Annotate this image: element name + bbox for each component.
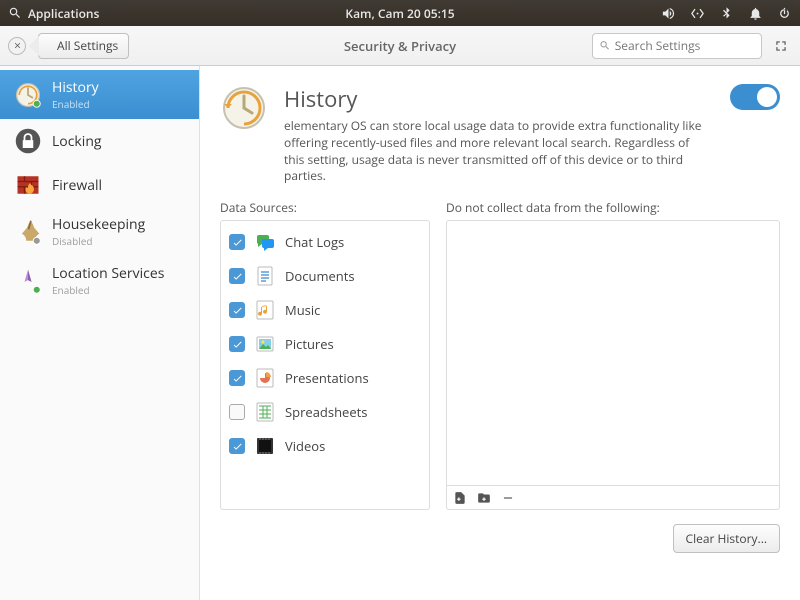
source-label: Chat Logs: [285, 233, 344, 251]
exclude-toolbar: [447, 485, 779, 509]
search-settings-field[interactable]: [592, 33, 762, 59]
picture-icon: [253, 332, 277, 356]
history-icon: [14, 81, 42, 109]
sidebar-item-status: Enabled: [52, 283, 164, 297]
window-headerbar: All Settings Security & Privacy: [0, 26, 800, 66]
source-row-documents: Documents: [223, 259, 427, 293]
exclude-box: [446, 220, 780, 510]
chat-icon: [253, 230, 277, 254]
history-large-icon: [220, 84, 268, 132]
source-label: Spreadsheets: [285, 403, 367, 421]
source-checkbox[interactable]: [229, 234, 245, 250]
sidebar-item-status: Enabled: [52, 97, 99, 111]
location-icon: [14, 267, 42, 295]
sidebar-item-label: Location Services: [52, 264, 164, 283]
back-button-label: All Settings: [57, 37, 118, 54]
history-toggle[interactable]: [730, 84, 780, 110]
sidebar-item-housekeeping[interactable]: HousekeepingDisabled: [0, 207, 199, 256]
source-checkbox[interactable]: [229, 370, 245, 386]
housekeeping-icon: [14, 218, 42, 246]
document-icon: [253, 264, 277, 288]
data-sources-list: Chat Logs Documents Music Pictures Presentat…: [220, 220, 430, 510]
source-row-presentations: Presentations: [223, 361, 427, 395]
maximize-button[interactable]: [770, 35, 792, 57]
source-row-chat-logs: Chat Logs: [223, 225, 427, 259]
spreadsheet-icon: [253, 400, 277, 424]
power-icon[interactable]: [777, 6, 792, 21]
data-sources-label: Data Sources:: [220, 199, 430, 216]
sidebar-item-label: History: [52, 78, 99, 97]
window-title: Security & Privacy: [344, 37, 456, 55]
settings-content: History elementary OS can store local us…: [200, 66, 800, 600]
source-label: Videos: [285, 437, 325, 455]
video-icon: [253, 434, 277, 458]
source-row-spreadsheets: Spreadsheets: [223, 395, 427, 429]
page-description: elementary OS can store local usage data…: [284, 118, 704, 185]
search-input[interactable]: [615, 37, 755, 54]
firewall-icon: [14, 171, 42, 199]
music-icon: [253, 298, 277, 322]
exclude-label: Do not collect data from the following:: [446, 199, 780, 216]
source-checkbox[interactable]: [229, 404, 245, 420]
presentation-icon: [253, 366, 277, 390]
source-label: Documents: [285, 267, 355, 285]
source-checkbox[interactable]: [229, 302, 245, 318]
sidebar-item-label: Firewall: [52, 176, 102, 195]
source-row-pictures: Pictures: [223, 327, 427, 361]
clear-history-button[interactable]: Clear History...: [673, 524, 780, 553]
source-label: Music: [285, 301, 320, 319]
source-label: Pictures: [285, 335, 334, 353]
source-checkbox[interactable]: [229, 268, 245, 284]
source-row-music: Music: [223, 293, 427, 327]
sidebar-item-locking[interactable]: Locking: [0, 119, 199, 163]
applications-menu[interactable]: Applications: [28, 5, 99, 22]
search-icon: [599, 39, 611, 52]
sidebar-item-firewall[interactable]: Firewall: [0, 163, 199, 207]
add-folder-icon[interactable]: [477, 491, 491, 505]
close-icon: [13, 41, 22, 50]
panel-clock[interactable]: Kam, Cam 20 05:15: [345, 5, 454, 22]
volume-icon[interactable]: [661, 6, 676, 21]
close-button[interactable]: [8, 37, 26, 55]
sidebar-item-status: Disabled: [52, 234, 145, 248]
exclude-list[interactable]: [447, 221, 779, 485]
network-icon[interactable]: [690, 6, 705, 21]
bluetooth-icon[interactable]: [719, 6, 734, 21]
source-checkbox[interactable]: [229, 438, 245, 454]
source-checkbox[interactable]: [229, 336, 245, 352]
source-label: Presentations: [285, 369, 369, 387]
source-row-videos: Videos: [223, 429, 427, 463]
notification-icon[interactable]: [748, 6, 763, 21]
sidebar-item-location-services[interactable]: Location ServicesEnabled: [0, 256, 199, 305]
search-icon[interactable]: [8, 6, 22, 20]
sidebar-item-label: Housekeeping: [52, 215, 145, 234]
sidebar-item-history[interactable]: HistoryEnabled: [0, 70, 199, 119]
sidebar-item-label: Locking: [52, 132, 102, 151]
page-title: History: [284, 84, 704, 114]
desktop-top-panel: Applications Kam, Cam 20 05:15: [0, 0, 800, 26]
add-file-icon[interactable]: [453, 491, 467, 505]
back-all-settings-button[interactable]: All Settings: [38, 33, 129, 59]
lock-icon: [14, 127, 42, 155]
maximize-icon: [774, 39, 788, 53]
remove-icon[interactable]: [501, 491, 515, 505]
settings-sidebar: HistoryEnabled Locking Firewall Housekee…: [0, 66, 200, 600]
